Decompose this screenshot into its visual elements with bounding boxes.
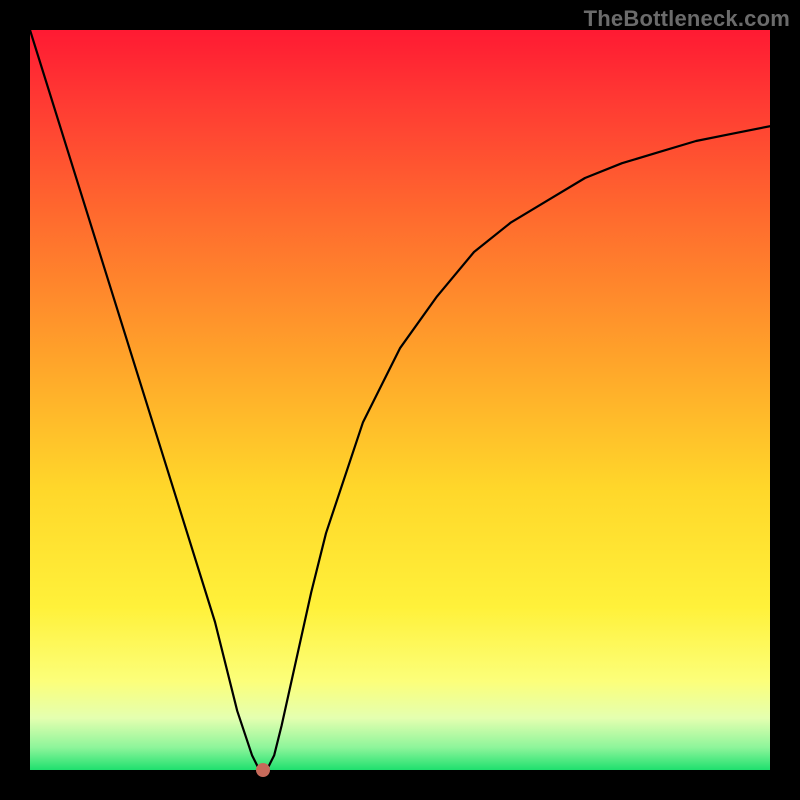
optimal-point-marker: [256, 763, 270, 777]
watermark-text: TheBottleneck.com: [584, 6, 790, 32]
bottleneck-curve: [30, 30, 770, 770]
chart-frame: TheBottleneck.com: [0, 0, 800, 800]
plot-area: [30, 30, 770, 770]
